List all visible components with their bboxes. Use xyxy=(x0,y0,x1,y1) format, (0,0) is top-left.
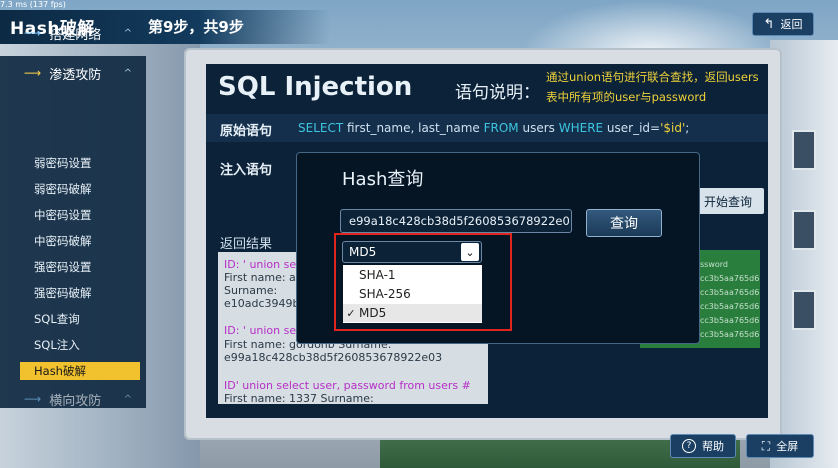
original-sql: SELECT first_name, last_name FROM users … xyxy=(298,121,689,135)
statement-description: 通过union语句进行联合查找，返回users表中所有项的user与passwo… xyxy=(546,70,759,104)
back-arrow-icon: ↰ xyxy=(763,16,775,32)
green-line: cc3b5aa765d6 xyxy=(700,316,760,325)
help-label: 帮助 xyxy=(702,440,724,453)
section-label: 搭建网络 xyxy=(49,27,102,43)
screen-title: SQL Injection xyxy=(218,72,413,102)
fullscreen-button[interactable]: ⛶ 全屏 xyxy=(746,434,814,458)
original-statement-label: 原始语句 xyxy=(220,124,273,139)
fullscreen-icon: ⛶ xyxy=(761,438,771,453)
sidebar-item-weak-pw-set[interactable]: 弱密码设置 xyxy=(34,155,92,171)
back-button[interactable]: ↰ 返回 xyxy=(752,12,814,36)
sql-keyword: SELECT xyxy=(298,121,344,135)
chevron-down-icon[interactable]: ⌄ xyxy=(461,243,479,261)
result-surname: Surname: xyxy=(224,284,278,297)
green-line: cc3b5aa765d6 xyxy=(700,330,760,339)
result-id: ID: ' union sele xyxy=(224,258,306,271)
chevron-up-icon: ^ xyxy=(123,67,132,79)
sidebar-item-mid-pw-crack[interactable]: 中密码破解 xyxy=(34,233,92,249)
hash-type-options: SHA-1 SHA-256 ✓ MD5 xyxy=(343,265,482,323)
sidebar-item-strong-pw-set[interactable]: 强密码设置 xyxy=(34,259,92,275)
green-line: cc3b5aa765d6 xyxy=(700,288,760,297)
result-id: ID: ' union sel xyxy=(224,324,300,337)
green-line: ssword xyxy=(700,260,728,269)
result-id: ID' union select user, password from use… xyxy=(224,379,471,392)
chevron-up-icon: ^ xyxy=(123,393,132,405)
result-name: First name: ad xyxy=(224,271,303,284)
hash-input[interactable]: e99a18c428cb38d5f260853678922e0 xyxy=(340,209,572,233)
arrow-right-icon: ⟶ xyxy=(24,66,42,80)
step-indicator: 第9步，共9步 xyxy=(148,18,244,36)
fullscreen-label: 全屏 xyxy=(776,440,799,453)
sidebar-section-lateral[interactable]: ⟶ 横向攻防 ^ xyxy=(0,386,146,412)
results-label: 返回结果 xyxy=(220,237,273,252)
option-label: SHA-1 xyxy=(359,268,396,282)
option-sha256[interactable]: SHA-256 xyxy=(343,285,482,303)
window xyxy=(792,290,816,330)
back-label: 返回 xyxy=(780,18,803,31)
option-label: MD5 xyxy=(359,306,387,320)
dialog-title: Hash查询 xyxy=(342,169,424,190)
sidebar-item-mid-pw-set[interactable]: 中密码设置 xyxy=(34,207,92,223)
arrow-right-icon: ⟶ xyxy=(24,26,42,40)
option-md5[interactable]: ✓ MD5 xyxy=(343,304,482,322)
sql-text: ; xyxy=(685,121,690,135)
start-query-button[interactable]: 开始查询 xyxy=(692,188,764,214)
sidebar-item-sql-injection[interactable]: SQL注入 xyxy=(34,337,80,353)
sidebar-item-weak-pw-crack[interactable]: 弱密码破解 xyxy=(34,181,92,197)
fps-counter: 7.3 ms (137 fps) xyxy=(0,0,66,9)
sidebar-item-strong-pw-crack[interactable]: 强密码破解 xyxy=(34,285,92,301)
sidebar-section-penetration[interactable]: ⟶ 渗透攻防 ^ xyxy=(0,60,146,86)
sql-text: first_name, last_name xyxy=(343,121,484,135)
section-label: 横向攻防 xyxy=(49,393,102,409)
sidebar-section-build-network[interactable]: ⟶ 搭建网络 ^ xyxy=(0,20,146,46)
chevron-up-icon: ^ xyxy=(123,27,132,39)
sql-text: user_id= xyxy=(603,121,661,135)
sidebar-item-sql-query[interactable]: SQL查询 xyxy=(34,311,80,327)
sidebar-item-hash-crack[interactable]: Hash破解 xyxy=(34,363,86,379)
section-label: 渗透攻防 xyxy=(49,67,102,83)
query-button[interactable]: 查询 xyxy=(586,209,662,237)
result-name: First name: 1337 Surname: xyxy=(224,392,374,404)
help-button[interactable]: ? 帮助 xyxy=(670,434,736,458)
sql-text: users xyxy=(518,121,559,135)
option-label: SHA-256 xyxy=(359,287,411,301)
question-icon: ? xyxy=(682,439,696,453)
option-sha1[interactable]: SHA-1 xyxy=(343,266,482,284)
window xyxy=(792,130,816,170)
injection-statement-label: 注入语句 xyxy=(220,163,273,178)
result-hash: e10adc3949b xyxy=(224,297,300,310)
arrow-right-icon: ⟶ xyxy=(24,392,42,406)
sidebar xyxy=(0,56,146,408)
check-icon: ✓ xyxy=(346,306,356,320)
sql-keyword: FROM xyxy=(483,121,519,135)
result-hash: e99a18c428cb38d5f260853678922e03 xyxy=(224,351,443,364)
statement-label: 语句说明： xyxy=(455,83,540,103)
sql-string: '$id' xyxy=(660,121,686,135)
window xyxy=(792,210,816,250)
sql-keyword: WHERE xyxy=(558,121,604,135)
green-line: cc3b5aa765d6 xyxy=(700,274,760,283)
green-line: cc3b5aa765d6 xyxy=(700,302,760,311)
